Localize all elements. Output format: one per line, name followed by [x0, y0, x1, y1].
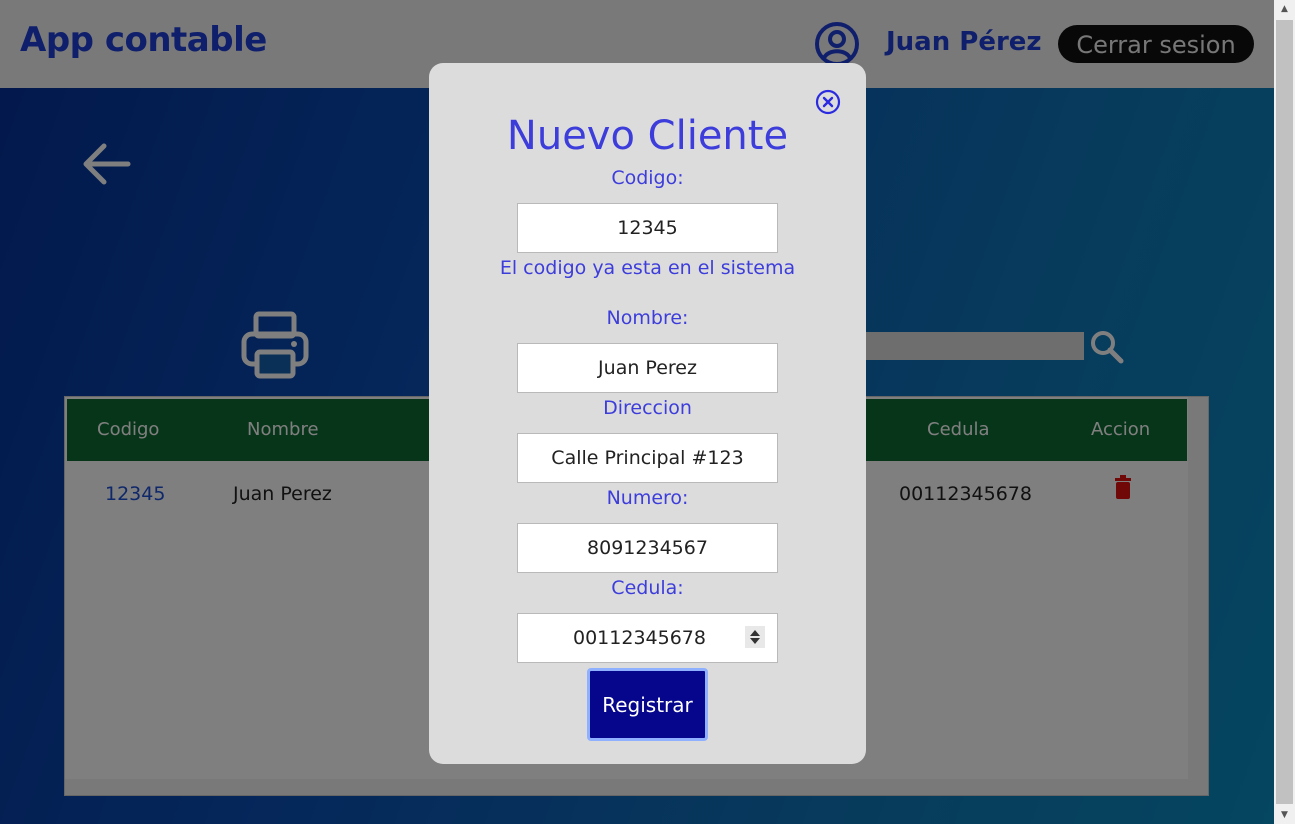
register-button[interactable]: Registrar	[587, 668, 708, 741]
scrollbar-thumb[interactable]	[1276, 20, 1293, 804]
codigo-label: Codigo:	[611, 167, 684, 189]
scroll-down-icon[interactable]: ▼	[1274, 806, 1295, 824]
close-button[interactable]	[815, 89, 841, 115]
stepper-down-icon[interactable]	[750, 638, 760, 644]
nombre-label: Nombre:	[606, 307, 689, 329]
close-circle-icon	[815, 89, 841, 115]
codigo-error-message: El codigo ya esta en el sistema	[499, 257, 796, 279]
nombre-field[interactable]	[517, 343, 778, 393]
page-scrollbar[interactable]: ▲ ▼	[1274, 0, 1295, 824]
direccion-field[interactable]	[517, 433, 778, 483]
scroll-up-icon[interactable]: ▲	[1274, 0, 1295, 18]
cedula-stepper[interactable]	[745, 626, 765, 648]
cedula-field[interactable]	[517, 613, 778, 663]
direccion-label: Direccion	[603, 397, 692, 419]
numero-label: Numero:	[606, 487, 689, 509]
stepper-up-icon[interactable]	[750, 630, 760, 636]
modal-title: Nuevo Cliente	[506, 113, 789, 159]
cedula-label: Cedula:	[611, 577, 684, 599]
numero-field[interactable]	[517, 523, 778, 573]
codigo-field[interactable]	[517, 203, 778, 253]
new-client-modal: Nuevo Cliente Codigo: El codigo ya esta …	[429, 63, 866, 764]
